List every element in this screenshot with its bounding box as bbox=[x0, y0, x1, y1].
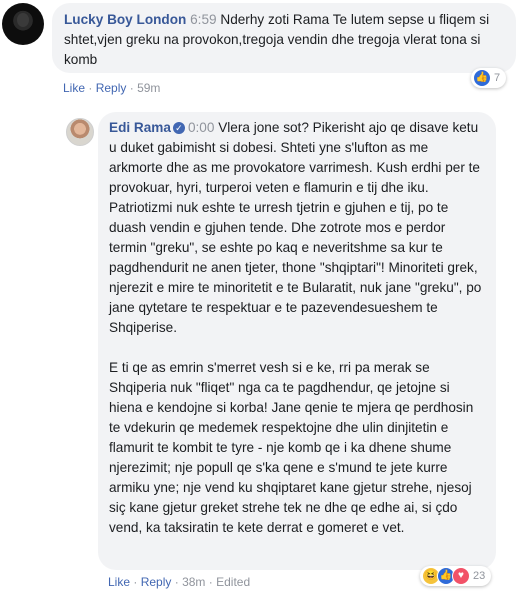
reply-paragraph-2: E ti qe as emrin s'merret vesh si e ke, … bbox=[109, 360, 474, 535]
verified-badge-icon: ✓ bbox=[172, 122, 185, 134]
reply-paragraph-1: Vlera jone sot? Pikerisht ajo qe disave … bbox=[109, 120, 482, 335]
reply-link[interactable]: Reply bbox=[96, 81, 127, 95]
like-icon: 👍 bbox=[473, 69, 491, 87]
reaction-summary[interactable]: 😆 👍 ♥ 23 bbox=[420, 566, 492, 586]
separator: · bbox=[129, 81, 134, 95]
separator: · bbox=[133, 575, 138, 589]
comment-actions: Like · Reply · 59m bbox=[63, 81, 160, 95]
comment-bubble: Lucky Boy London 6:59 Nderhy zoti Rama T… bbox=[52, 3, 516, 73]
separator: · bbox=[208, 575, 213, 589]
comment-text: Lucky Boy London 6:59 Nderhy zoti Rama T… bbox=[64, 10, 504, 70]
reply-bubble: Edi Rama ✓ 0:00 Vlera jone sot? Pikerisht … bbox=[98, 112, 496, 570]
separator: · bbox=[88, 81, 93, 95]
comment-age[interactable]: 38m bbox=[182, 575, 205, 589]
separator: · bbox=[174, 575, 179, 589]
reply-link[interactable]: Reply bbox=[141, 575, 172, 589]
comment-author[interactable]: Lucky Boy London bbox=[64, 12, 186, 27]
comment-age[interactable]: 59m bbox=[137, 81, 160, 95]
reply-actions: Like · Reply · 38m · Edited bbox=[108, 575, 250, 589]
reaction-count: 23 bbox=[473, 570, 486, 582]
reply-timestamp: 0:00 bbox=[187, 120, 215, 135]
like-link[interactable]: Like bbox=[63, 81, 85, 95]
comment-timestamp: 6:59 bbox=[190, 12, 217, 27]
reply-text: Edi Rama ✓ 0:00 Vlera jone sot? Pikerisht … bbox=[109, 118, 484, 538]
avatar[interactable] bbox=[2, 3, 44, 45]
avatar[interactable] bbox=[66, 118, 94, 146]
reply-author[interactable]: Edi Rama bbox=[109, 120, 171, 135]
reaction-summary[interactable]: 👍 7 bbox=[471, 68, 507, 88]
love-icon: ♥ bbox=[452, 567, 470, 585]
reaction-count: 7 bbox=[494, 72, 501, 84]
like-link[interactable]: Like bbox=[108, 575, 130, 589]
edited-label[interactable]: Edited bbox=[216, 575, 250, 589]
